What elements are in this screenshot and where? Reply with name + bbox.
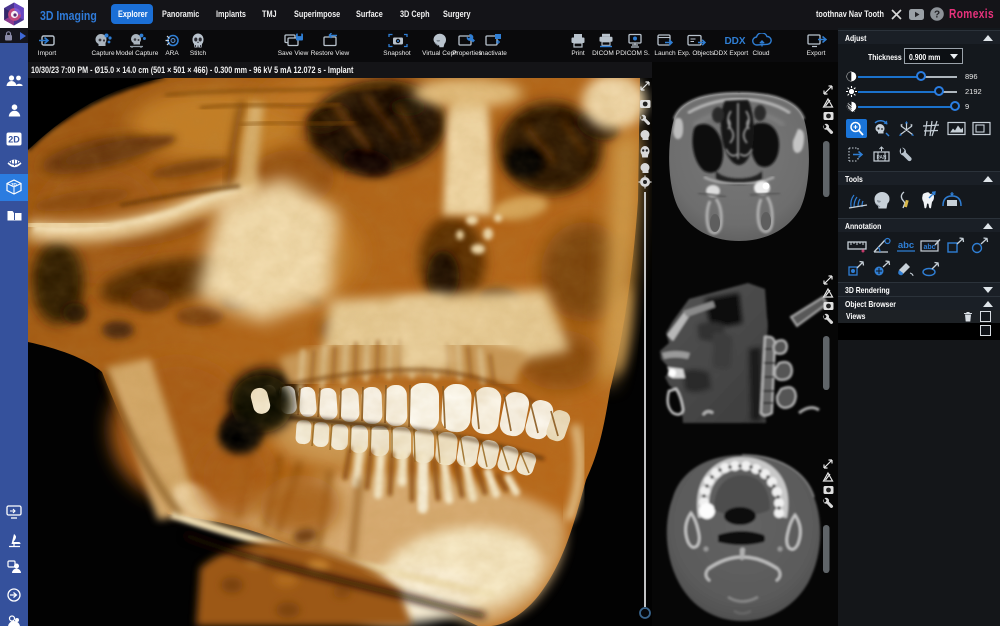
svg-text:?: ? (934, 10, 940, 21)
svg-text:2D: 2D (8, 135, 20, 145)
svg-text:PAN: PAN (877, 155, 887, 161)
svg-text:abc: abc (923, 244, 935, 251)
svg-text:abc: abc (898, 240, 914, 251)
svg-text:3D: 3D (11, 182, 18, 187)
svg-text:DDX: DDX (724, 36, 745, 47)
